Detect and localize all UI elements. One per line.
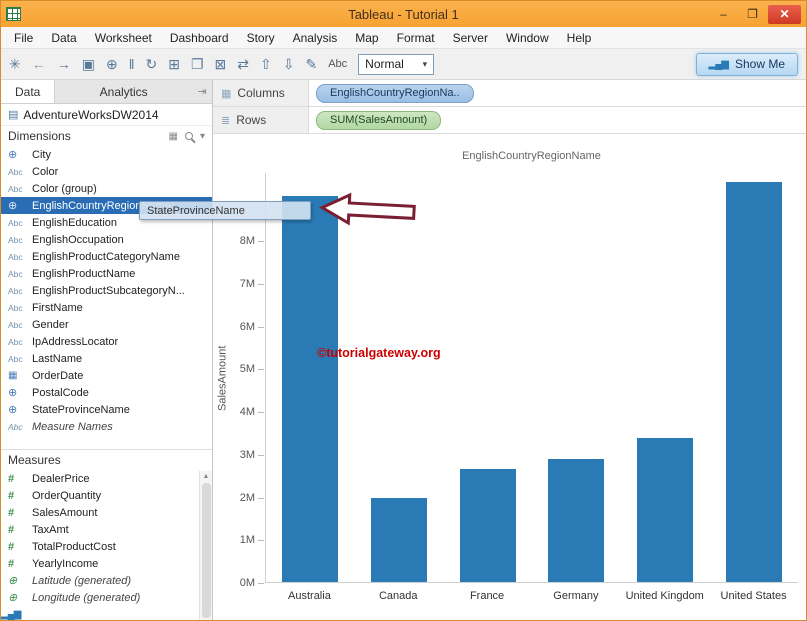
tableau-window: Tableau - Tutorial 1 – ❐ ✕ File Data Wor… (0, 0, 807, 621)
bar-united-states[interactable] (726, 182, 782, 582)
measure-item[interactable]: #YearlyIncome (1, 555, 212, 572)
measure-item[interactable]: #OrderQuantity (1, 487, 212, 504)
toolbar: ✳ ← → ▣ ⊕ ‖ ↻ ⊞ ❐ ⊠ ⇄ ⇧ ⇩ ✎ Abc ▂▄▆ Norm… (1, 49, 806, 80)
field-label: DealerPrice (32, 473, 89, 485)
x-axis-label: United States (709, 590, 798, 602)
watermark-text: ©tutorialgateway.org (317, 346, 441, 360)
number-icon: # (8, 558, 32, 570)
y-tick-label: 4M (240, 406, 255, 418)
field-label: Longitude (generated) (32, 592, 140, 604)
y-axis-ticks: 0M1M2M3M4M5M6M7M8M (213, 173, 265, 583)
bar-slot (621, 173, 710, 582)
measure-item[interactable]: #DealerPrice (1, 470, 212, 487)
field-label: TaxAmt (32, 524, 69, 536)
x-axis-label: Canada (354, 590, 443, 602)
measures-title: Measures (8, 453, 61, 467)
scroll-up-icon[interactable]: ▲ (203, 471, 210, 480)
bar-france[interactable] (460, 469, 516, 582)
x-axis-labels: AustraliaCanadaFranceGermanyUnited Kingd… (265, 590, 798, 602)
bar-slot (709, 173, 798, 582)
y-tick-label: 6M (240, 321, 255, 333)
y-tick-label: 1M (240, 534, 255, 546)
bar-slot (443, 173, 532, 582)
measure-item[interactable]: ⊕Longitude (generated) (1, 589, 212, 606)
measures-scrollbar[interactable]: ▲ (199, 471, 212, 620)
field-label: SalesAmount (32, 507, 97, 519)
bar-canada[interactable] (371, 498, 427, 582)
plot-area (265, 173, 798, 583)
bar-germany[interactable] (548, 459, 604, 582)
bar-slot (532, 173, 621, 582)
number-icon: # (8, 541, 32, 553)
maximize-button[interactable]: ❐ (739, 5, 766, 24)
number-icon: # (8, 490, 32, 502)
window-controls: – ❐ ✕ (710, 5, 801, 24)
x-axis-label: United Kingdom (620, 590, 709, 602)
chart-title: EnglishCountryRegionName (265, 150, 798, 162)
x-axis-label: Australia (265, 590, 354, 602)
x-axis-label: Germany (531, 590, 620, 602)
number-icon: # (8, 507, 32, 519)
y-tick-label: 5M (240, 363, 255, 375)
measure-item[interactable]: #TaxAmt (1, 521, 212, 538)
y-tick-label: 7M (240, 278, 255, 290)
plot-bars (266, 173, 798, 582)
globe-icon: ⊕ (8, 591, 32, 604)
field-label: OrderQuantity (32, 490, 101, 502)
bar-slot (266, 173, 355, 582)
x-axis-label: France (443, 590, 532, 602)
close-button[interactable]: ✕ (768, 5, 801, 24)
measures-section: Measures #DealerPrice #OrderQuantity #Sa… (1, 449, 212, 620)
measure-item[interactable]: #TotalProductCost (1, 538, 212, 555)
y-tick-label: 8M (240, 235, 255, 247)
sheet-area: ▦ Columns EnglishCountryRegionNa.. ≣ Row… (213, 80, 806, 620)
number-icon: # (8, 473, 32, 485)
y-tick-label: 0M (240, 577, 255, 589)
measure-item[interactable]: ⊕Latitude (generated) (1, 572, 212, 589)
globe-icon: ⊕ (8, 574, 32, 587)
y-tick-label: 2M (240, 492, 255, 504)
search-icon[interactable] (185, 132, 193, 140)
scrollbar-thumb[interactable] (202, 483, 211, 618)
minimize-button[interactable]: – (710, 5, 737, 24)
annotation-arrow-icon (318, 189, 418, 230)
field-label: TotalProductCost (32, 541, 116, 553)
measure-item[interactable]: #SalesAmount (1, 504, 212, 521)
bar-slot (355, 173, 444, 582)
drag-ghost-pill: StateProvinceName (139, 201, 311, 220)
number-icon: # (8, 524, 32, 536)
y-tick-label: 3M (240, 449, 255, 461)
measures-header: Measures (1, 450, 212, 470)
field-label: Latitude (generated) (32, 575, 131, 587)
field-label: YearlyIncome (32, 558, 98, 570)
bar-australia[interactable] (282, 196, 338, 582)
bar-united-kingdom[interactable] (637, 438, 693, 582)
